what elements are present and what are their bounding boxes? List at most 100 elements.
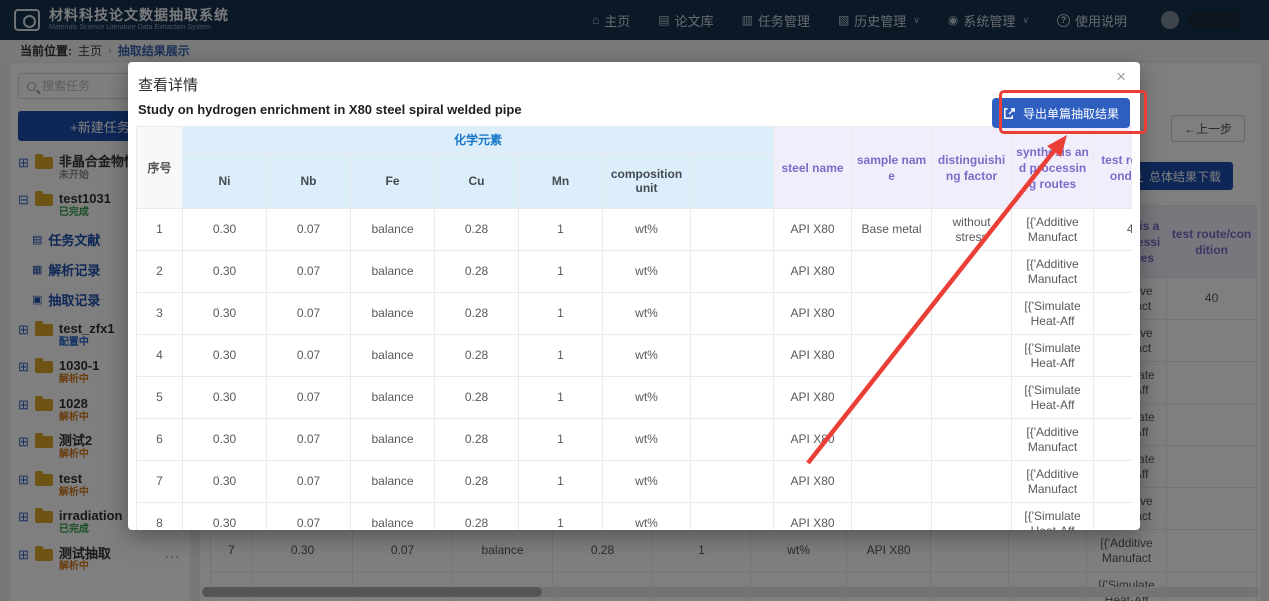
- table-cell: balance: [351, 461, 435, 503]
- table-cell: balance: [351, 293, 435, 335]
- table-cell: 0.28: [435, 335, 519, 377]
- table-cell: wt%: [603, 251, 691, 293]
- table-row: 80.300.07balance0.281wt% API X80 [{'Simula…: [137, 503, 1133, 531]
- table-row: 70.300.07balance0.281wt%API X80[{'Additi…: [137, 461, 1133, 503]
- column-header-spacer: [691, 153, 774, 209]
- table-cell: [932, 377, 1012, 419]
- table-cell: [691, 377, 774, 419]
- table-cell: [{'Simulate Heat-Aff: [1012, 377, 1094, 419]
- paper-title: Study on hydrogen enrichment in X80 stee…: [138, 102, 522, 117]
- table-cell: [{'Additive Manufact: [1012, 461, 1094, 503]
- table-cell: API X80: [774, 503, 852, 531]
- row-index-cell: 1: [137, 209, 183, 251]
- row-index-cell: 6: [137, 419, 183, 461]
- table-cell: 0.28: [435, 503, 519, 531]
- table-cell: [932, 251, 1012, 293]
- table-cell: wt%: [603, 209, 691, 251]
- page-root: 材料科技论文数据抽取系统 Materials Science Literatur…: [0, 0, 1269, 601]
- row-index-cell: 5: [137, 377, 183, 419]
- table-cell: balance: [351, 209, 435, 251]
- table-cell: 0.07: [267, 293, 351, 335]
- table-cell: 0.30: [183, 419, 267, 461]
- table-cell: balance: [351, 251, 435, 293]
- table-cell: [1094, 503, 1132, 531]
- table-cell: 1: [519, 335, 603, 377]
- column-header: synthesis and processing routes: [1012, 127, 1094, 209]
- table-cell: API X80: [774, 251, 852, 293]
- row-index-cell: 2: [137, 251, 183, 293]
- table-cell: 0.28: [435, 293, 519, 335]
- table-cell: [{'Additive Manufact: [1012, 419, 1094, 461]
- table-cell: 0.28: [435, 209, 519, 251]
- table-cell: [852, 335, 932, 377]
- table-cell: balance: [351, 335, 435, 377]
- table-cell: wt%: [603, 377, 691, 419]
- table-cell: [852, 377, 932, 419]
- modal-title: 查看详情: [138, 74, 198, 95]
- table-cell: [{'Simulate Heat-Aff: [1012, 503, 1094, 531]
- table-cell: [691, 503, 774, 531]
- table-cell: API X80: [774, 377, 852, 419]
- row-index-cell: 8: [137, 503, 183, 531]
- table-cell: 0.30: [183, 503, 267, 531]
- table-cell: 0.28: [435, 419, 519, 461]
- column-header: Mn: [519, 153, 603, 209]
- column-header: composition unit: [603, 153, 691, 209]
- table-cell: 0.07: [267, 377, 351, 419]
- table-cell: [1094, 335, 1132, 377]
- table-cell: 0.07: [267, 503, 351, 531]
- column-header: steel name: [774, 127, 852, 209]
- table-cell: wt%: [603, 461, 691, 503]
- table-cell: API X80: [774, 335, 852, 377]
- row-index-cell: 3: [137, 293, 183, 335]
- table-cell: 1: [519, 419, 603, 461]
- column-header: sample name: [852, 127, 932, 209]
- table-cell: wt%: [603, 293, 691, 335]
- table-row: 50.300.07balance0.281wt% API X80 [{'Simula…: [137, 377, 1133, 419]
- table-cell: 0.30: [183, 377, 267, 419]
- table-cell: [691, 251, 774, 293]
- table-cell: [1094, 293, 1132, 335]
- table-cell: 0.28: [435, 461, 519, 503]
- table-cell: [852, 251, 932, 293]
- table-cell: balance: [351, 503, 435, 531]
- table-row: 20.300.07balance0.281wt%API X80[{'Additi…: [137, 251, 1133, 293]
- table-cell: 0.30: [183, 251, 267, 293]
- column-header: distinguishing factor: [932, 127, 1012, 209]
- table-cell: wt%: [603, 419, 691, 461]
- table-cell: [691, 335, 774, 377]
- table-cell: [932, 461, 1012, 503]
- table-cell: 1: [519, 503, 603, 531]
- table-cell: 0.07: [267, 461, 351, 503]
- table-cell: 0.28: [435, 251, 519, 293]
- table-cell: API X80: [774, 293, 852, 335]
- table-cell: wt%: [603, 503, 691, 531]
- table-cell: balance: [351, 377, 435, 419]
- modal-extraction-table: 序号 化学元素 steel name sample name distingui…: [136, 126, 1132, 530]
- column-header: Cu: [435, 153, 519, 209]
- table-cell: [932, 293, 1012, 335]
- table-cell: 1: [519, 293, 603, 335]
- table-cell: 0.28: [435, 377, 519, 419]
- table-cell: [691, 461, 774, 503]
- table-cell: without stress: [932, 209, 1012, 251]
- table-cell: [932, 503, 1012, 531]
- table-cell: [852, 293, 932, 335]
- row-index-cell: 4: [137, 335, 183, 377]
- detail-modal: 查看详情 × Study on hydrogen enrichment in X…: [128, 62, 1140, 530]
- table-cell: [852, 419, 932, 461]
- table-cell: [691, 419, 774, 461]
- table-cell: [{'Additive Manufact: [1012, 209, 1094, 251]
- table-cell: 0.07: [267, 335, 351, 377]
- column-header: test route/condition: [1094, 127, 1132, 209]
- table-cell: [691, 209, 774, 251]
- table-cell: [691, 293, 774, 335]
- group-header-chemical-elements: 化学元素: [183, 127, 774, 153]
- table-cell: 0.07: [267, 209, 351, 251]
- close-icon[interactable]: ×: [1116, 68, 1126, 85]
- table-cell: 1: [519, 377, 603, 419]
- table-cell: 0.07: [267, 419, 351, 461]
- table-row: 40.300.07balance0.281wt%API X80[{'Simula…: [137, 335, 1133, 377]
- column-header: Ni: [183, 153, 267, 209]
- table-cell: [{'Simulate Heat-Aff: [1012, 293, 1094, 335]
